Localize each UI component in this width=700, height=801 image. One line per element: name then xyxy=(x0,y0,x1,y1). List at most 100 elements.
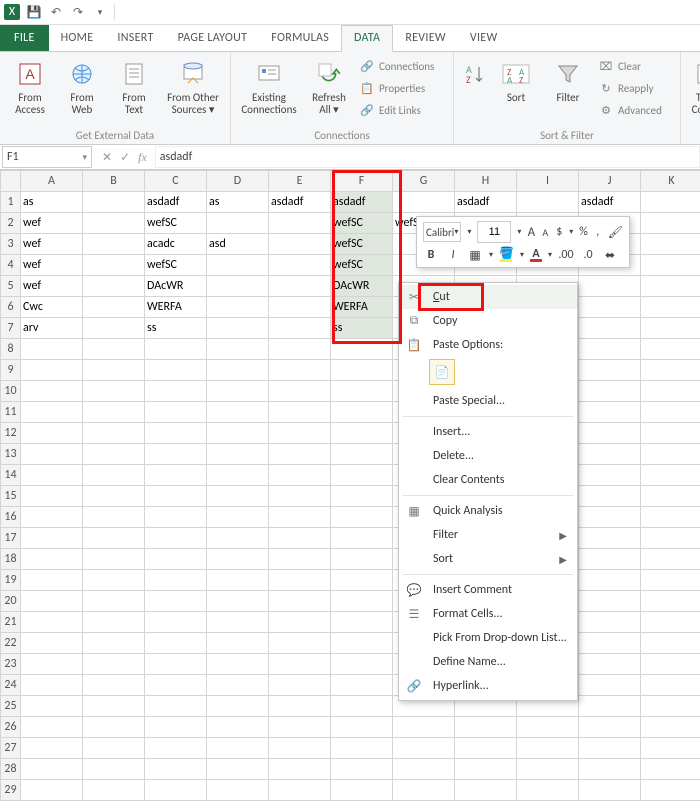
cell-C5[interactable]: DAcWR xyxy=(145,276,207,297)
cell-E21[interactable] xyxy=(269,612,331,633)
enter-formula-icon[interactable]: ✓ xyxy=(120,150,130,165)
cell-D10[interactable] xyxy=(207,381,269,402)
column-header-F[interactable]: F xyxy=(331,171,393,192)
reapply-button[interactable]: ↻Reapply xyxy=(596,78,674,98)
existing-connections-button[interactable]: Existing Connections xyxy=(237,56,301,120)
cell-K10[interactable] xyxy=(641,381,700,402)
cell-E8[interactable] xyxy=(269,339,331,360)
cell-J29[interactable] xyxy=(579,780,641,801)
accounting-format-icon[interactable]: $ xyxy=(555,224,563,240)
cell-A16[interactable] xyxy=(21,507,83,528)
cell-A25[interactable] xyxy=(21,696,83,717)
cell-D24[interactable] xyxy=(207,675,269,696)
cell-A22[interactable] xyxy=(21,633,83,654)
cell-D13[interactable] xyxy=(207,444,269,465)
cell-K20[interactable] xyxy=(641,591,700,612)
cell-F21[interactable] xyxy=(331,612,393,633)
properties-button[interactable]: 📋Properties xyxy=(357,78,447,98)
cell-J20[interactable] xyxy=(579,591,641,612)
cell-J14[interactable] xyxy=(579,465,641,486)
tab-view[interactable]: VIEW xyxy=(458,26,510,51)
cell-D15[interactable] xyxy=(207,486,269,507)
cell-E25[interactable] xyxy=(269,696,331,717)
cell-A13[interactable] xyxy=(21,444,83,465)
undo-icon[interactable]: ↶ xyxy=(48,4,64,20)
cell-F8[interactable] xyxy=(331,339,393,360)
cell-A3[interactable]: wef xyxy=(21,234,83,255)
cell-D29[interactable] xyxy=(207,780,269,801)
cell-B28[interactable] xyxy=(83,759,145,780)
cell-K3[interactable] xyxy=(641,234,700,255)
cell-E19[interactable] xyxy=(269,570,331,591)
cell-F5[interactable]: DAcWR xyxy=(331,276,393,297)
filter-button[interactable]: Filter xyxy=(544,56,592,120)
cell-K25[interactable] xyxy=(641,696,700,717)
tab-insert[interactable]: INSERT xyxy=(105,26,165,51)
cell-J23[interactable] xyxy=(579,654,641,675)
increase-decimal-icon[interactable]: .00 xyxy=(558,247,574,263)
cell-C3[interactable]: acadc xyxy=(145,234,207,255)
cell-C18[interactable] xyxy=(145,549,207,570)
ctx-paste-special[interactable]: Paste Special... xyxy=(399,389,577,413)
ctx-quick-analysis[interactable]: ▦Quick Analysis xyxy=(399,499,577,523)
cell-K8[interactable] xyxy=(641,339,700,360)
cell-J18[interactable] xyxy=(579,549,641,570)
cell-D21[interactable] xyxy=(207,612,269,633)
fx-icon[interactable]: fx xyxy=(138,150,147,165)
merge-center-icon[interactable]: ⬌ xyxy=(602,247,618,263)
cell-C8[interactable] xyxy=(145,339,207,360)
cell-J22[interactable] xyxy=(579,633,641,654)
cell-J7[interactable] xyxy=(579,318,641,339)
tab-data[interactable]: DATA xyxy=(341,25,393,52)
cell-C15[interactable] xyxy=(145,486,207,507)
cell-D26[interactable] xyxy=(207,717,269,738)
mini-font-name[interactable]: Calibri▾ xyxy=(423,222,461,242)
cell-F7[interactable]: ss xyxy=(331,318,393,339)
cell-B10[interactable] xyxy=(83,381,145,402)
cell-E1[interactable]: asdadf xyxy=(269,192,331,213)
cell-E4[interactable] xyxy=(269,255,331,276)
grow-font-icon[interactable]: A xyxy=(527,224,535,240)
cell-A21[interactable] xyxy=(21,612,83,633)
cell-C9[interactable] xyxy=(145,360,207,381)
ctx-copy[interactable]: ⧉Copy xyxy=(399,309,577,333)
cell-E17[interactable] xyxy=(269,528,331,549)
tab-page-layout[interactable]: PAGE LAYOUT xyxy=(166,26,260,51)
cell-B7[interactable] xyxy=(83,318,145,339)
row-header-3[interactable]: 3 xyxy=(1,234,21,255)
cell-A18[interactable] xyxy=(21,549,83,570)
cell-I28[interactable] xyxy=(517,759,579,780)
italic-icon[interactable]: I xyxy=(445,247,461,263)
column-header-G[interactable]: G xyxy=(393,171,455,192)
cell-D14[interactable] xyxy=(207,465,269,486)
row-header-13[interactable]: 13 xyxy=(1,444,21,465)
ctx-define-name[interactable]: Define Name... xyxy=(399,650,577,674)
cell-K29[interactable] xyxy=(641,780,700,801)
cell-A28[interactable] xyxy=(21,759,83,780)
cell-J12[interactable] xyxy=(579,423,641,444)
cell-H1[interactable]: asdadf xyxy=(455,192,517,213)
cell-G28[interactable] xyxy=(393,759,455,780)
cell-E16[interactable] xyxy=(269,507,331,528)
cell-A14[interactable] xyxy=(21,465,83,486)
cell-D19[interactable] xyxy=(207,570,269,591)
row-header-15[interactable]: 15 xyxy=(1,486,21,507)
cell-B18[interactable] xyxy=(83,549,145,570)
cell-A29[interactable] xyxy=(21,780,83,801)
mini-toolbar[interactable]: Calibri▾ ▾ ▾ A A $▾ % , 🖌 B I ▦▾ 🪣▾ A▾ .… xyxy=(416,216,630,268)
text-to-columns-button[interactable]: Text to Columns xyxy=(687,56,700,118)
cell-F12[interactable] xyxy=(331,423,393,444)
cell-H27[interactable] xyxy=(455,738,517,759)
cell-K21[interactable] xyxy=(641,612,700,633)
cell-C23[interactable] xyxy=(145,654,207,675)
mini-font-size[interactable] xyxy=(477,221,511,243)
cell-B5[interactable] xyxy=(83,276,145,297)
cell-J24[interactable] xyxy=(579,675,641,696)
cell-G26[interactable] xyxy=(393,717,455,738)
cell-E24[interactable] xyxy=(269,675,331,696)
cell-F17[interactable] xyxy=(331,528,393,549)
cell-J5[interactable] xyxy=(579,276,641,297)
cell-E2[interactable] xyxy=(269,213,331,234)
cell-K4[interactable] xyxy=(641,255,700,276)
cell-A11[interactable] xyxy=(21,402,83,423)
